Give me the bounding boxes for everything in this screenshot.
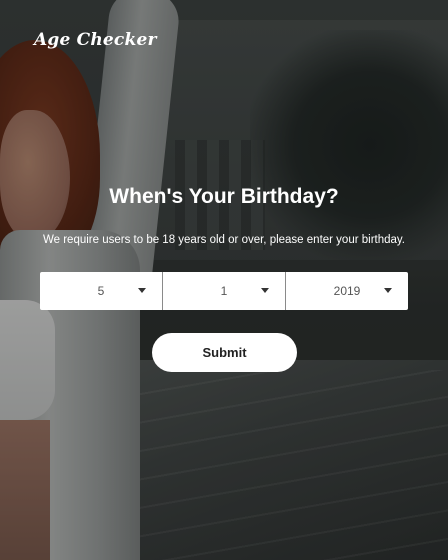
caret-down-icon: [261, 288, 269, 293]
caret-down-icon: [138, 288, 146, 293]
year-select[interactable]: 2019: [285, 272, 408, 310]
submit-button[interactable]: Submit: [152, 333, 297, 372]
caret-down-icon: [384, 288, 392, 293]
age-checker-page: Age Checker When's Your Birthday? We req…: [0, 0, 448, 560]
day-select[interactable]: 1: [162, 272, 285, 310]
age-requirement-text: We require users to be 18 years old or o…: [42, 234, 406, 246]
day-select-value: 1: [220, 284, 228, 298]
month-select[interactable]: 5: [40, 272, 162, 310]
site-logo[interactable]: Age Checker: [34, 30, 157, 50]
page-heading: When's Your Birthday?: [109, 185, 339, 208]
year-select-value: 2019: [333, 284, 361, 298]
birthday-select-row: 5 1 2019: [40, 272, 408, 310]
month-select-value: 5: [97, 284, 105, 298]
